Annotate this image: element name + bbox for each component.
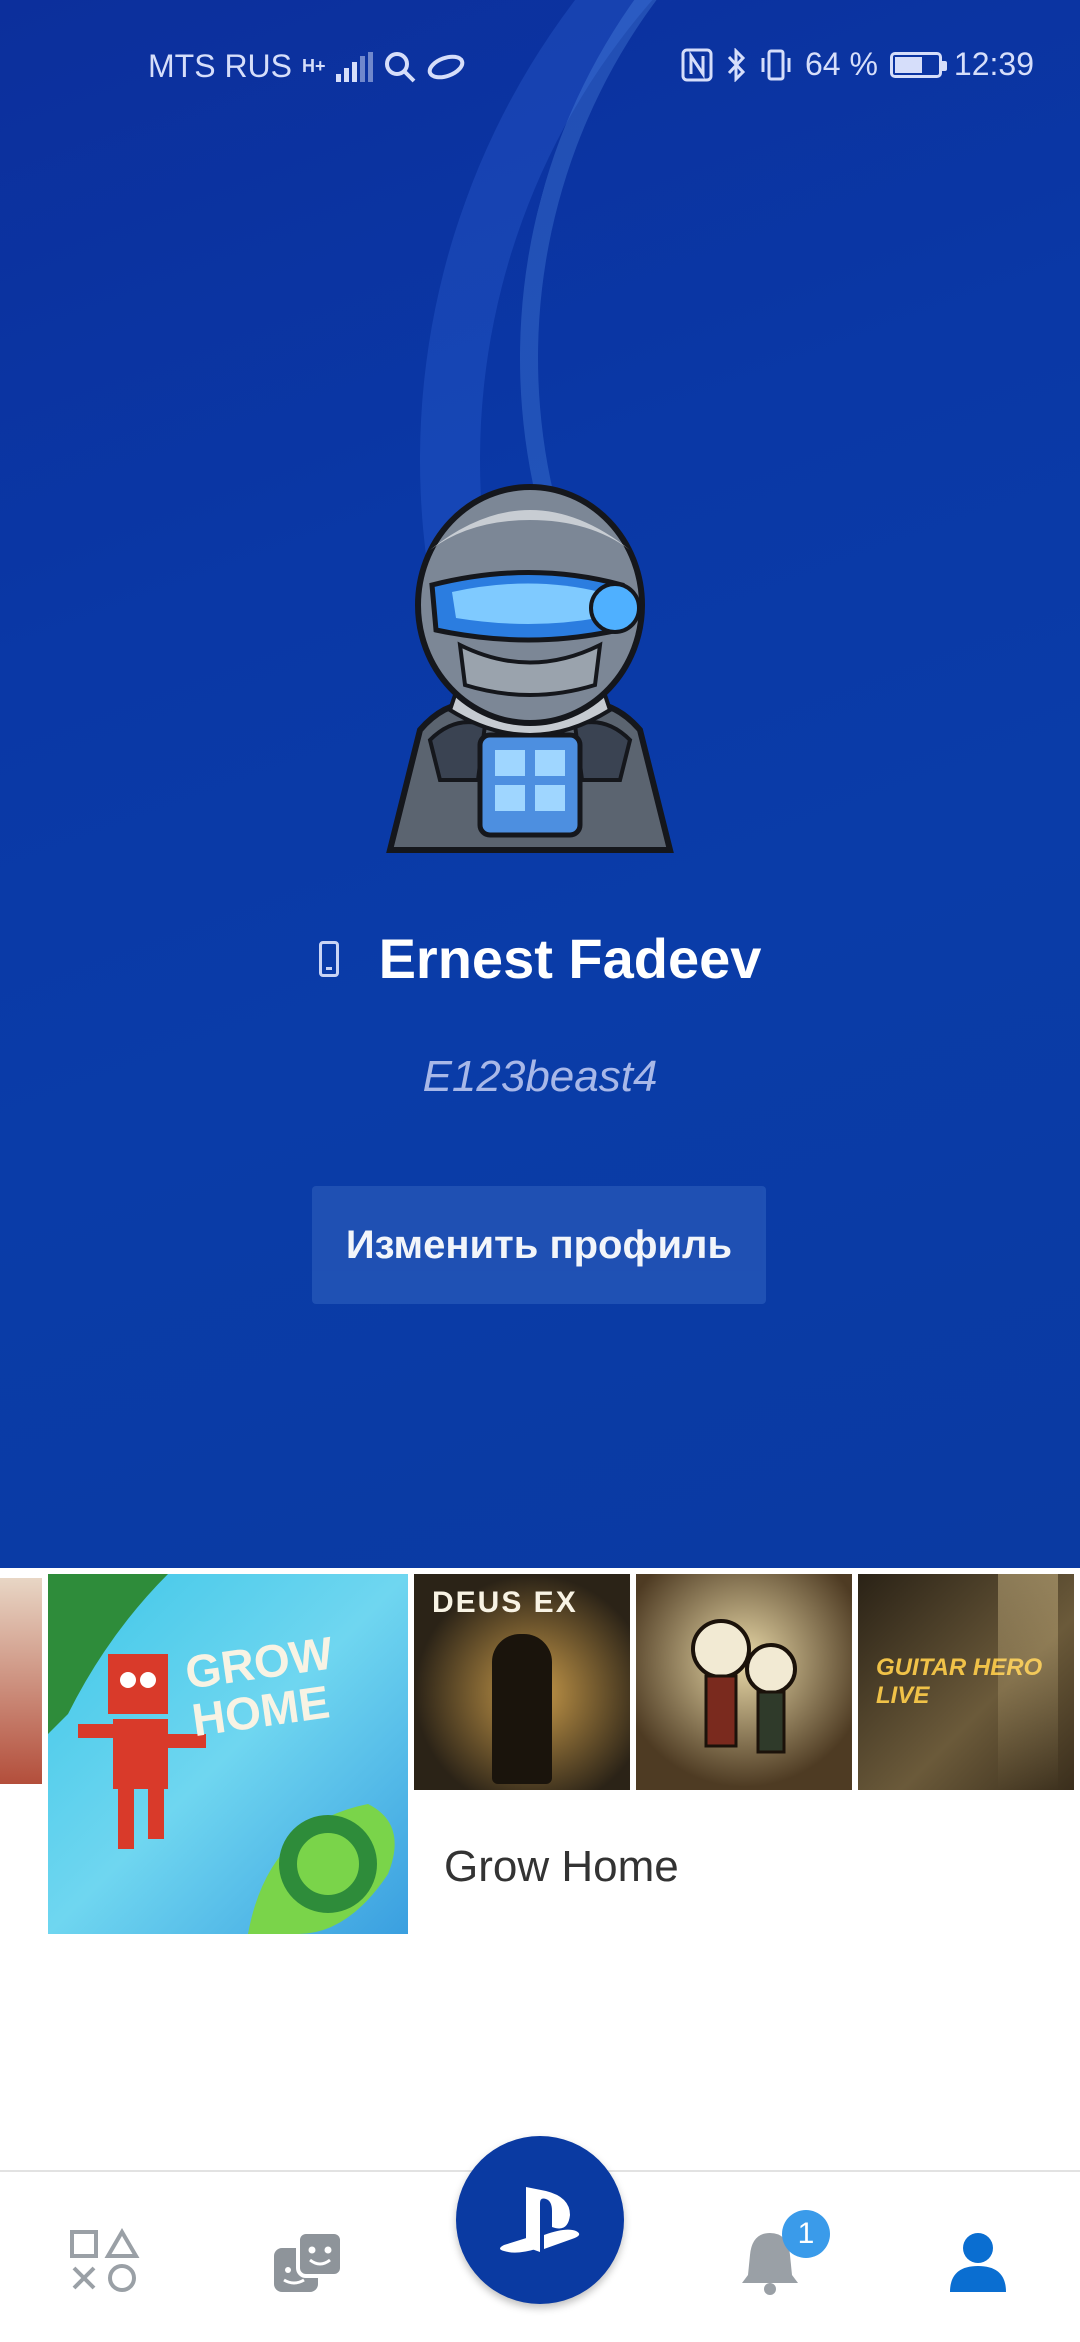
- nav-profile[interactable]: [938, 2222, 1018, 2302]
- nfc-icon: [681, 48, 713, 81]
- nav-explore[interactable]: [64, 2222, 144, 2302]
- guitar-hero-stage-light: [998, 1574, 1058, 1790]
- avatar[interactable]: [360, 480, 700, 860]
- app-notification-icon: [427, 54, 464, 79]
- mobile-device-icon: [318, 940, 339, 977]
- profile-name-row: Ernest Fadeev: [0, 926, 1080, 991]
- friends-icon: [274, 2230, 344, 2292]
- vibrate-icon: [761, 49, 791, 80]
- bluetooth-icon: [727, 47, 746, 82]
- game-tile-deus-ex[interactable]: DEUS EX: [414, 1574, 630, 1790]
- selected-game-title: Grow Home: [444, 1842, 679, 1891]
- battery-icon: [889, 51, 947, 78]
- online-id: E123beast4: [422, 1052, 658, 1101]
- signal-icon: [335, 51, 373, 82]
- carrier-label: MTS RUS: [148, 48, 292, 84]
- network-type: H+: [302, 56, 326, 76]
- profile-name: Ernest Fadeev: [378, 927, 762, 990]
- notification-badge: 1: [782, 2210, 830, 2258]
- playstation-button[interactable]: [456, 2136, 624, 2304]
- deus-ex-logo: DEUS EX: [432, 1586, 578, 1619]
- battery-percent: 64 %: [804, 46, 878, 82]
- status-bar: MTS RUS H+ 64 % 12:39: [0, 0, 1080, 130]
- explore-icon: [70, 2228, 140, 2292]
- game-tile-guitar-hero[interactable]: GUITAR HERO LIVE: [858, 1574, 1074, 1790]
- nav-friends[interactable]: [268, 2222, 348, 2302]
- game-tile-grow-home[interactable]: GROW HOME: [48, 1574, 408, 1934]
- search-icon: [384, 51, 415, 82]
- deus-ex-figure: [492, 1634, 552, 1784]
- profile-icon: [950, 2233, 1006, 2292]
- edit-profile-button[interactable]: Изменить профиль: [312, 1186, 766, 1304]
- dont-starve-art: [691, 1619, 797, 1754]
- game-tile-dont-starve[interactable]: [636, 1574, 852, 1790]
- playstation-icon: [500, 2187, 580, 2253]
- game-tile-partial[interactable]: [0, 1578, 42, 1784]
- clock: 12:39: [953, 46, 1034, 82]
